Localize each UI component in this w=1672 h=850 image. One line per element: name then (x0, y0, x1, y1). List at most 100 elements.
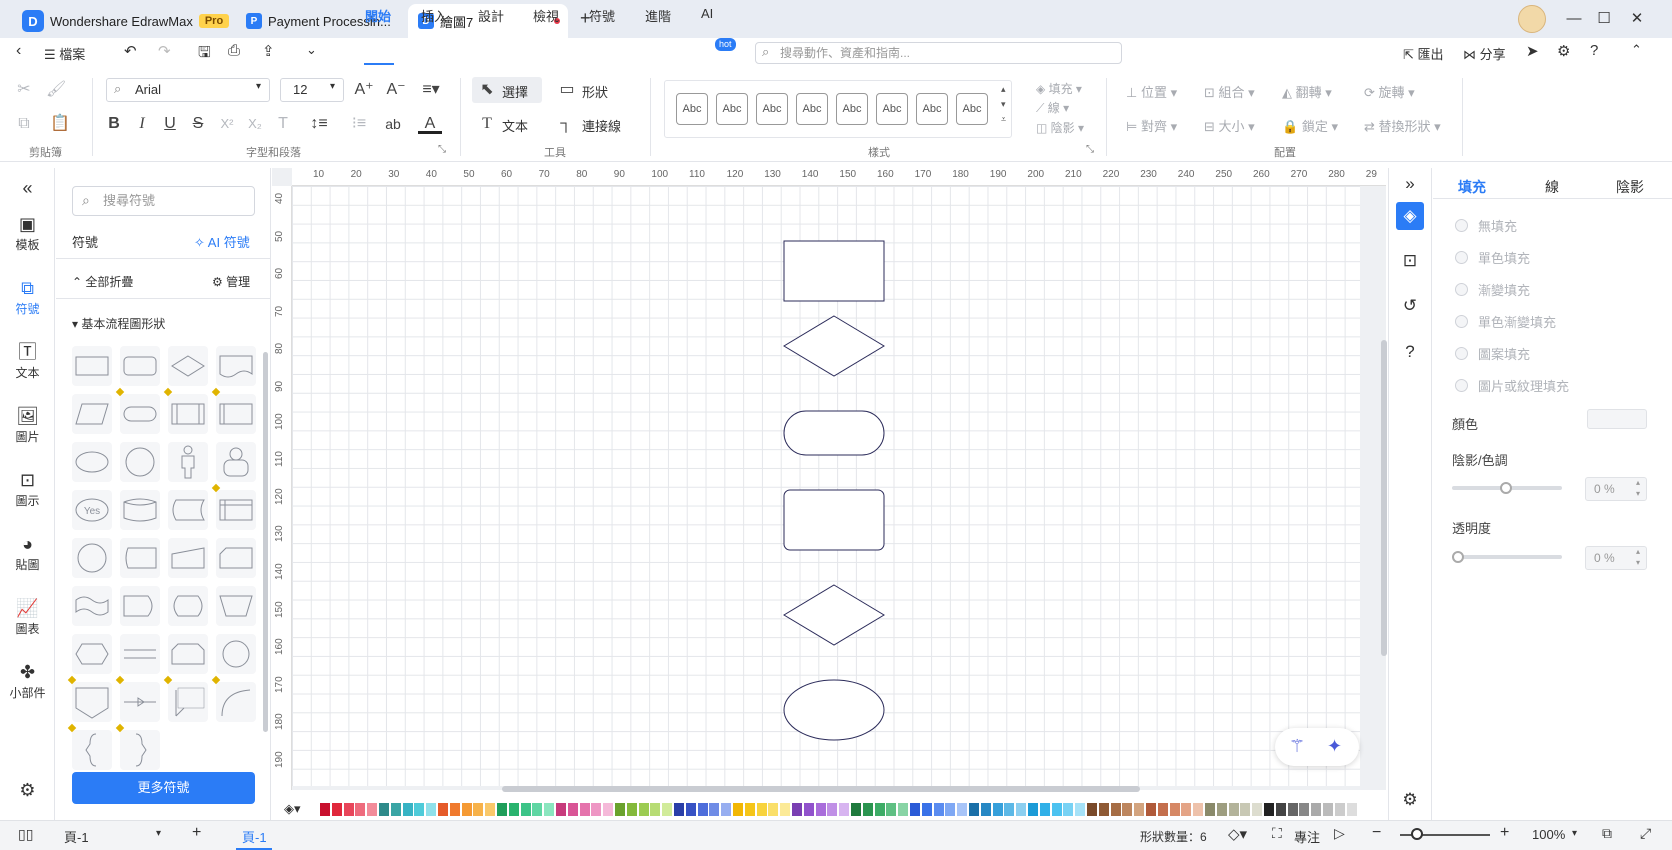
shade-slider-knob[interactable] (1500, 482, 1512, 494)
color-swatch[interactable] (674, 803, 684, 816)
zoom-slider-knob[interactable] (1411, 828, 1423, 840)
rail-item-templates[interactable]: ▣ 模板 (0, 212, 55, 253)
align-dropdown[interactable]: ⊨ 對齊 ▾ (1126, 116, 1177, 135)
settings-gear-icon[interactable]: ⚙ (1557, 42, 1570, 60)
fill-bucket-icon[interactable]: ◈▾ (284, 801, 301, 817)
shape-thumbnail[interactable] (168, 346, 208, 386)
color-swatch[interactable] (650, 803, 661, 816)
color-swatch[interactable] (473, 803, 484, 816)
shape-thumbnail[interactable] (67, 675, 112, 722)
color-swatch[interactable] (591, 803, 602, 816)
increase-font-icon[interactable]: A⁺ (352, 80, 376, 100)
shape-thumbnail[interactable] (72, 442, 112, 482)
color-swatch[interactable] (839, 803, 850, 816)
color-swatch[interactable] (851, 803, 861, 816)
tab-line[interactable]: 線 (1545, 177, 1559, 197)
shape-thumbnail[interactable] (115, 387, 160, 434)
color-swatch[interactable] (685, 803, 696, 816)
color-swatch[interactable] (862, 803, 873, 816)
color-swatch[interactable] (508, 803, 519, 816)
rail-item-text[interactable]: 🅃 文本 (0, 340, 55, 381)
decrease-font-icon[interactable]: A⁻ (384, 80, 408, 100)
style-swatch[interactable]: Abc (716, 93, 748, 125)
flowchart-ellipse-shape[interactable] (783, 679, 885, 741)
bullet-list-icon[interactable]: ⁝≡ (344, 114, 374, 134)
color-swatch[interactable] (827, 803, 838, 816)
fill-option-none[interactable]: 無填充 (1455, 216, 1517, 235)
shape-thumbnail[interactable] (216, 346, 256, 386)
shape-thumbnail[interactable] (168, 538, 208, 578)
text-tool-icon[interactable]: T (478, 114, 496, 134)
stepper-icon[interactable]: ▴ ▾ (1636, 546, 1640, 568)
font-family-select[interactable]: Arial (106, 78, 270, 102)
shape-thumbnail[interactable] (72, 538, 112, 578)
color-swatch[interactable] (1075, 803, 1086, 816)
manage-button[interactable]: ⚙ 管理 (212, 273, 250, 290)
shape-rectangle-icon[interactable]: ▭ (558, 80, 576, 100)
shape-thumbnail[interactable] (120, 634, 160, 674)
shape-thumbnail[interactable] (216, 538, 256, 578)
export-button[interactable]: ⇱ 匯出 (1403, 44, 1444, 63)
color-swatch[interactable] (945, 803, 956, 816)
menu-ai[interactable]: AI (701, 6, 713, 21)
menu-view[interactable]: 檢視 (533, 6, 559, 25)
color-swatch[interactable] (1051, 803, 1062, 816)
font-dialog-launcher-icon[interactable]: ⤡ (438, 144, 446, 155)
fill-option-pattern[interactable]: 圖案填充 (1455, 344, 1530, 363)
style-swatch[interactable]: Abc (676, 93, 708, 125)
color-swatch[interactable] (957, 803, 968, 816)
color-swatch[interactable] (638, 803, 649, 816)
ai-magic-wand-icon[interactable]: ⚚ (1289, 736, 1305, 757)
global-search-input[interactable]: 搜尋動作、資產和指南... (755, 42, 1122, 64)
color-swatch[interactable] (933, 803, 944, 816)
shape-thumbnail[interactable] (72, 586, 112, 626)
color-swatch[interactable] (969, 803, 979, 816)
color-swatch[interactable] (803, 803, 814, 816)
color-swatch[interactable] (756, 803, 767, 816)
fill-option-solid[interactable]: 單色填充 (1455, 248, 1530, 267)
copy-icon[interactable]: ⧉ (14, 114, 34, 134)
shape-thumbnail[interactable]: Yes (72, 490, 112, 530)
page-select[interactable]: 頁-1 (64, 827, 89, 846)
menu-symbols[interactable]: 符號 (589, 6, 615, 25)
color-swatch[interactable] (544, 803, 555, 816)
history-icon[interactable]: ↺ (1396, 292, 1424, 320)
shape-thumbnail[interactable] (115, 723, 160, 770)
shape-thumbnail[interactable] (168, 634, 208, 674)
flowchart-decision-shape[interactable] (783, 584, 885, 646)
color-swatch[interactable] (1323, 803, 1333, 816)
avatar[interactable] (1518, 5, 1546, 33)
color-swatch[interactable] (1087, 803, 1097, 816)
canvas-horizontal-scrollbar[interactable] (502, 786, 1140, 792)
share-button[interactable]: ⋈ 分享 (1463, 44, 1506, 63)
flowchart-rounded-process-shape[interactable] (783, 489, 885, 551)
color-swatch[interactable] (355, 803, 366, 816)
color-swatch[interactable] (343, 803, 354, 816)
color-swatch[interactable] (1346, 803, 1357, 816)
text-case-icon[interactable]: T (272, 114, 294, 134)
rail-item-icons[interactable]: ⊡ 圖示 (0, 468, 55, 509)
shape-thumbnail[interactable] (120, 538, 160, 578)
color-swatch[interactable] (1134, 803, 1145, 816)
color-swatch[interactable] (532, 803, 543, 816)
style-swatch[interactable]: Abc (796, 93, 828, 125)
focus-button[interactable]: 專注 (1294, 827, 1320, 846)
settings-icon[interactable]: ⚙ (1396, 786, 1424, 814)
rail-item-charts[interactable]: 📈 圖表 (0, 596, 55, 637)
flowchart-terminator-shape[interactable] (783, 410, 885, 456)
color-swatch[interactable] (603, 803, 614, 816)
tab-shadow[interactable]: 陰影 (1616, 177, 1644, 197)
color-swatch[interactable] (874, 803, 885, 816)
color-swatch[interactable] (1299, 803, 1310, 816)
canvas-vertical-scrollbar[interactable] (1381, 340, 1387, 656)
shape-thumbnail[interactable] (168, 442, 208, 482)
zoom-in-icon[interactable]: + (1500, 824, 1509, 842)
color-swatch[interactable] (579, 803, 590, 816)
opacity-slider-knob[interactable] (1452, 551, 1464, 563)
shape-thumbnail[interactable] (67, 723, 112, 770)
stepper-icon[interactable]: ▴ ▾ (1636, 477, 1640, 499)
gallery-scroll-icon[interactable]: ▴ ▾ ⩡ (1001, 82, 1006, 127)
shape-thumbnail[interactable] (163, 675, 208, 722)
color-swatch[interactable] (1193, 803, 1204, 816)
color-swatch[interactable] (556, 803, 566, 816)
